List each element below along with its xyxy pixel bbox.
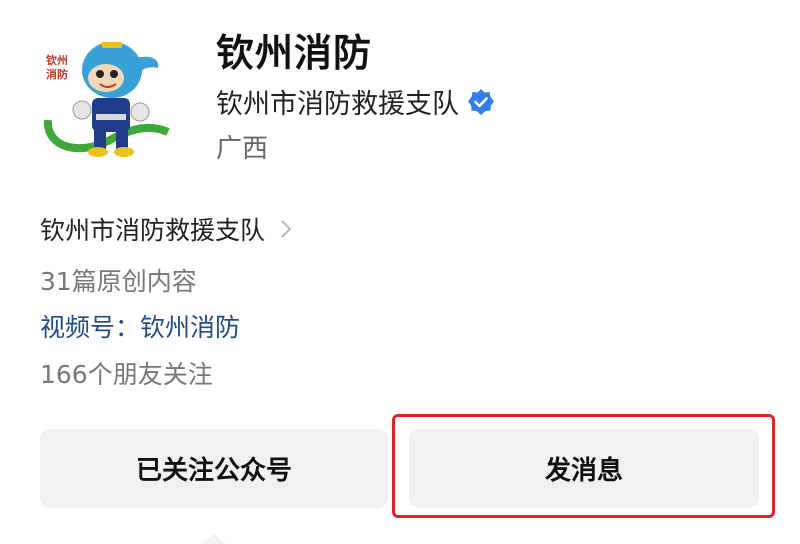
friends-following-count: 166个朋友关注 <box>40 360 213 389</box>
send-message-button[interactable]: 发消息 <box>409 429 759 508</box>
avatar-text: 钦州 <box>46 53 68 67</box>
account-region: 广西 <box>216 134 269 164</box>
original-articles-count: 31篇原创内容 <box>40 267 197 296</box>
organization-line: 钦州市消防救援支队 <box>216 82 495 121</box>
account-avatar[interactable]: 钦州 消防 <box>40 28 178 166</box>
account-title: 钦州消防 <box>216 31 373 75</box>
video-channel-link[interactable]: 视频号：钦州消防 <box>40 308 240 344</box>
channel-name: 钦州消防 <box>140 313 241 342</box>
subject-name: 钦州市消防救援支队 <box>40 216 266 245</box>
channel-label: 视频号： <box>40 313 141 342</box>
organization-name: 钦州市消防救援支队 <box>216 89 459 120</box>
verified-badge-icon <box>468 88 494 115</box>
account-subject-link[interactable]: 钦州市消防救援支队 <box>40 211 293 247</box>
followed-account-button[interactable]: 已关注公众号 <box>40 429 388 508</box>
chevron-right-icon <box>281 220 292 238</box>
svg-text:消防: 消防 <box>46 67 68 81</box>
